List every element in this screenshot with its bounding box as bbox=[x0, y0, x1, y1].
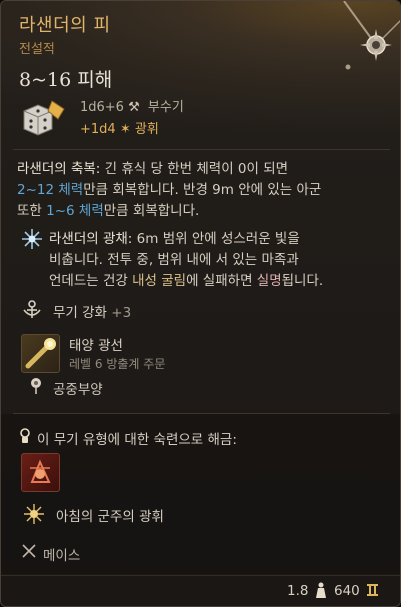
weapon-type: 메이스 bbox=[43, 548, 81, 564]
radiant-icon: ✶ bbox=[119, 122, 131, 137]
lathander-action-icon bbox=[30, 459, 51, 483]
item-rarity: 전설적 bbox=[19, 42, 55, 57]
blessing-description: 라샌더의 축복: 긴 휴식 당 한번 체력이 0이 되면 2~12 체력만큼 회… bbox=[17, 161, 322, 219]
heal-amount[interactable]: 2~12 체력 bbox=[17, 182, 83, 198]
divider bbox=[13, 149, 390, 150]
damage-range: 8~16 피해 bbox=[19, 69, 113, 91]
proficiency-icon bbox=[20, 428, 30, 443]
sunbeam-icon bbox=[25, 338, 56, 369]
levitate-icon bbox=[31, 378, 41, 394]
levitate-label: 공중부양 bbox=[53, 382, 103, 398]
weight-icon bbox=[316, 582, 326, 598]
spell-level: 레벨 6 방출계 주문 bbox=[69, 357, 166, 371]
blinded-term[interactable]: 실명 bbox=[257, 273, 282, 289]
unlock-label: 이 무기 유형에 대한 숙련으로 해금: bbox=[37, 432, 237, 448]
weapon-action-name: 아침의 군주의 광휘 bbox=[56, 509, 164, 525]
saving-throw-term[interactable]: 내성 굴림 bbox=[132, 273, 186, 289]
dice-icon bbox=[23, 100, 65, 136]
bludgeon-icon: ⚒ bbox=[128, 100, 140, 115]
bonus-damage-line: +1d4 ✶ 광휘 bbox=[80, 118, 159, 137]
ally-heal-amount[interactable]: 1~6 체력 bbox=[46, 203, 104, 219]
item-name: 라샌더의 피 bbox=[19, 15, 111, 36]
blessing-name: 라샌더의 축복: bbox=[17, 161, 101, 177]
sun-emblem-icon bbox=[343, 1, 400, 70]
radiance-icon bbox=[22, 229, 42, 249]
gold-coin-icon bbox=[367, 584, 378, 596]
damage-dice: 1d6+6 bbox=[80, 100, 124, 115]
weapon-enchant: 무기 강화 +3 bbox=[53, 305, 132, 321]
weapon-enchant-icon bbox=[23, 300, 41, 318]
mace-icon bbox=[22, 544, 36, 558]
bonus-damage-type: 광휘 bbox=[134, 122, 159, 137]
item-weight: 1.8 bbox=[287, 583, 309, 599]
bonus-damage: +1d4 bbox=[80, 122, 116, 137]
weapon-action-icon[interactable] bbox=[21, 453, 60, 492]
item-tooltip: 라샌더의 피 전설적 8~16 피해 1d6+6 ⚒ 부수기 +1d4 ✶ 광휘… bbox=[0, 0, 401, 607]
spell-name: 태양 광선 bbox=[69, 338, 123, 354]
radiance-name: 라샌더의 광채: bbox=[49, 231, 133, 247]
radiance-description: 라샌더의 광채: 6m 범위 안에 성스러운 빛을 비춥니다. 전투 중, 범위… bbox=[49, 231, 324, 289]
sunbeam-spell-icon[interactable] bbox=[21, 334, 60, 373]
item-price: 640 bbox=[334, 583, 360, 599]
sun-icon bbox=[24, 504, 44, 524]
damage-dice-line: 1d6+6 ⚒ 부수기 bbox=[80, 96, 184, 115]
damage-type: 부수기 bbox=[147, 100, 184, 115]
